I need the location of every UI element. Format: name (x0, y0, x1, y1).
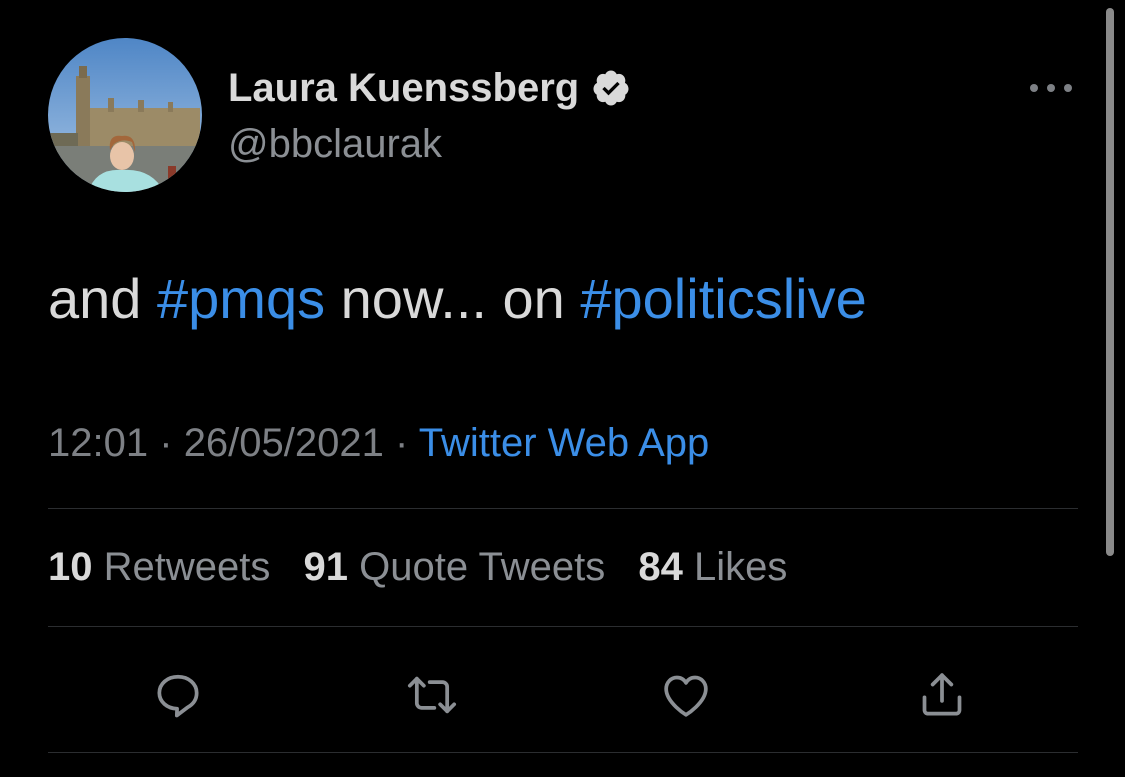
verified-badge-icon (593, 70, 629, 106)
author-display-name[interactable]: Laura Kuenssberg (228, 64, 631, 112)
retweet-button[interactable] (402, 665, 462, 725)
share-button[interactable] (912, 665, 972, 725)
tweet-actions (0, 665, 1125, 725)
like-button[interactable] (656, 665, 716, 725)
divider (48, 626, 1078, 627)
likes-count: 84 (638, 545, 683, 589)
tweet-time[interactable]: 12:01 (48, 421, 148, 465)
tweet-metadata: 12:01 · 26/05/2021 · Twitter Web App (48, 418, 709, 468)
tweet-stats: 10 Retweets 91 Quote Tweets 84 Likes (48, 542, 809, 592)
quote-tweets-count: 91 (303, 545, 349, 589)
hashtag-link[interactable]: #politicslive (580, 267, 866, 330)
scrollbar[interactable] (1106, 8, 1114, 556)
divider (48, 752, 1078, 753)
tweet-text-segment: now... on (325, 267, 581, 330)
tweet-text: and #pmqs now... on #politicslive (48, 264, 867, 334)
tweet-detail: Laura Kuenssberg @bbclaurak and #pmqs no… (0, 0, 1125, 777)
profile-photo (48, 38, 202, 192)
tweet-source-link[interactable]: Twitter Web App (419, 421, 710, 465)
divider (48, 508, 1078, 509)
meta-separator: · (395, 421, 409, 465)
likes-stat[interactable]: 84 Likes (638, 545, 787, 589)
quote-tweets-stat[interactable]: 91 Quote Tweets (304, 545, 606, 589)
likes-label: Likes (693, 545, 788, 589)
tweet-date[interactable]: 26/05/2021 (184, 421, 384, 465)
reply-button[interactable] (148, 665, 208, 725)
heart-icon (664, 675, 708, 717)
meta-separator: · (159, 421, 173, 465)
author-handle[interactable]: @bbclaurak (228, 120, 442, 168)
retweets-label: Retweets (103, 545, 271, 589)
quote-tweets-label: Quote Tweets (359, 545, 606, 589)
retweets-count: 10 (48, 545, 93, 589)
retweets-stat[interactable]: 10 Retweets (48, 545, 270, 589)
reply-icon (157, 674, 199, 718)
tweet-text-segment: and (48, 267, 157, 330)
retweet-icon (407, 676, 457, 714)
author-name-text: Laura Kuenssberg (228, 66, 580, 110)
avatar[interactable] (48, 38, 202, 192)
more-options-icon[interactable] (1026, 78, 1076, 98)
share-icon (922, 673, 962, 716)
hashtag-link[interactable]: #pmqs (157, 267, 325, 330)
